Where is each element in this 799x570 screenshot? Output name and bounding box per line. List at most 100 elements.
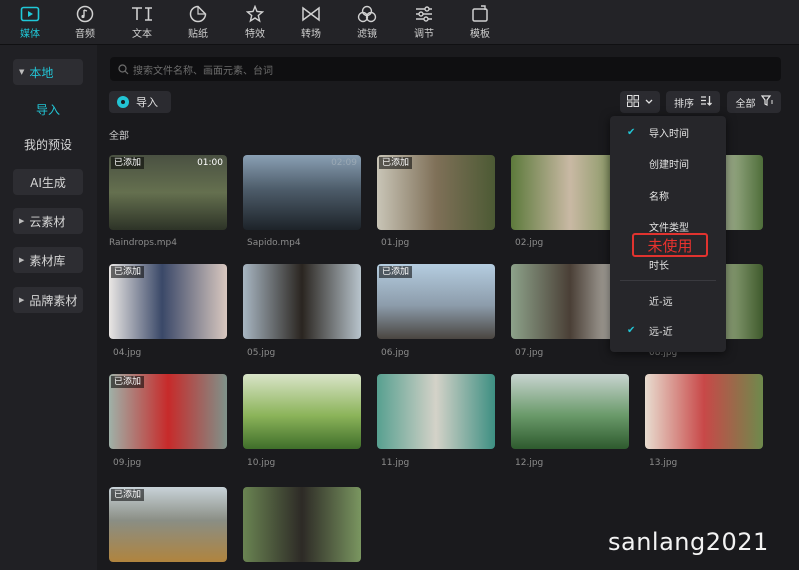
media-item-06[interactable]: 已添加 (377, 264, 495, 339)
import-button[interactable]: 导入 (109, 91, 171, 113)
adjust-icon (399, 3, 449, 25)
media-item-05[interactable] (243, 264, 361, 339)
menu-item-label: 名称 (649, 191, 669, 203)
template-icon (455, 3, 505, 25)
tab-text[interactable]: 文本 (117, 3, 167, 40)
filter-icon (342, 3, 392, 25)
menu-item-label: 文件类型 (649, 222, 689, 234)
added-badge: 已添加 (111, 489, 145, 501)
sidebar-item-label: 品牌素材 (29, 293, 78, 308)
tab-label: 模板 (470, 29, 490, 40)
tab-effects[interactable]: 特效 (230, 3, 280, 40)
menu-item-label: 时长 (649, 260, 669, 272)
filter-button[interactable]: 全部 (727, 91, 781, 113)
sort-option-import-time[interactable]: ✔ 导入时间 (610, 122, 726, 142)
media-item-13[interactable] (645, 374, 763, 449)
media-filename: 01.jpg (381, 238, 410, 248)
media-filename: Raindrops.mp4 (109, 238, 177, 248)
section-title: 全部 (109, 131, 129, 142)
top-toolbar: 媒体 音频 文本 贴纸 特效 转场 滤镜 调节 模板 (0, 0, 799, 45)
view-toggle-button[interactable] (620, 91, 660, 113)
sidebar-item-library[interactable]: ▶ 素材库 (13, 247, 83, 273)
tab-label: 调节 (414, 29, 434, 40)
media-filename: 04.jpg (113, 348, 142, 358)
menu-item-label: 近-远 (649, 296, 673, 308)
sort-label: 排序 (674, 98, 694, 110)
media-filename: 06.jpg (381, 348, 410, 358)
sort-button[interactable]: 排序 (666, 91, 720, 113)
media-filename: 10.jpg (247, 458, 276, 468)
import-label: 导入 (136, 96, 158, 109)
sort-option-create-time[interactable]: 创建时间 (610, 153, 726, 173)
menu-item-label: 远-近 (649, 326, 673, 338)
sidebar-item-local[interactable]: ▼ 本地 (13, 59, 83, 85)
media-item-10[interactable] (243, 374, 361, 449)
tab-label: 滤镜 (357, 29, 377, 40)
order-option-far-near[interactable]: ✔ 远-近 (610, 320, 726, 340)
media-item-01[interactable]: 已添加 (377, 155, 495, 230)
sidebar-item-presets[interactable]: 我的预设 (13, 131, 83, 157)
tab-label: 音频 (75, 29, 95, 40)
sort-option-unused[interactable]: 未使用 (632, 233, 708, 257)
sidebar-item-label: 导入 (35, 102, 60, 117)
tab-label: 贴纸 (188, 29, 208, 40)
media-icon (5, 3, 55, 25)
media-filename: Sapido.mp4 (247, 238, 301, 248)
tab-label: 转场 (301, 29, 321, 40)
caret-right-icon: ▶ (19, 296, 25, 304)
media-filename: 12.jpg (515, 458, 544, 468)
check-icon: ✔ (627, 126, 636, 138)
sidebar-item-import[interactable]: 导入 (13, 96, 83, 122)
sidebar: ▼ 本地 导入 我的预设 AI生成 ▶ 云素材 ▶ 素材库 ▶ 品牌素材 (0, 45, 97, 570)
sidebar-item-label: 云素材 (29, 214, 66, 229)
order-option-near-far[interactable]: 近-远 (610, 290, 726, 310)
sidebar-item-brand[interactable]: ▶ 品牌素材 (13, 287, 83, 313)
sort-option-name[interactable]: 名称 (610, 185, 726, 205)
tab-transition[interactable]: 转场 (286, 3, 336, 40)
tab-audio[interactable]: 音频 (60, 3, 110, 40)
sidebar-item-ai[interactable]: AI生成 (13, 169, 83, 195)
menu-divider (620, 280, 716, 281)
added-badge: 已添加 (379, 157, 413, 169)
media-item-15[interactable] (243, 487, 361, 562)
media-item-09[interactable]: 已添加 (109, 374, 227, 449)
tab-template[interactable]: 模板 (455, 3, 505, 40)
added-badge: 已添加 (111, 266, 145, 278)
sort-option-duration[interactable]: 时长 (610, 254, 726, 274)
menu-item-label: 导入时间 (649, 128, 689, 140)
added-badge: 已添加 (111, 376, 145, 388)
media-item-04[interactable]: 已添加 (109, 264, 227, 339)
media-filename: 11.jpg (381, 458, 410, 468)
sort-icon (700, 95, 712, 109)
caret-right-icon: ▶ (19, 256, 25, 264)
effects-icon (230, 3, 280, 25)
chevron-down-icon (645, 97, 653, 108)
filter-label: 全部 (735, 98, 756, 110)
tab-sticker[interactable]: 贴纸 (173, 3, 223, 40)
media-item-raindrops[interactable]: 已添加 01:00 (109, 155, 227, 230)
filter-icon (760, 95, 773, 109)
added-badge: 已添加 (379, 266, 413, 278)
sidebar-item-label: 本地 (29, 65, 54, 80)
search-placeholder: 搜索文件名称、画面元素、台词 (133, 65, 273, 77)
check-icon: ✔ (627, 324, 636, 336)
annotation-label: 未使用 (647, 236, 693, 255)
text-icon (117, 3, 167, 25)
sidebar-item-label: AI生成 (30, 175, 66, 190)
tab-adjust[interactable]: 调节 (399, 3, 449, 40)
tab-media[interactable]: 媒体 (5, 3, 55, 40)
media-item-12[interactable] (511, 374, 629, 449)
caret-down-icon: ▼ (19, 68, 25, 76)
media-item-14[interactable]: 已添加 (109, 487, 227, 562)
tab-filter[interactable]: 滤镜 (342, 3, 392, 40)
grid-view-icon (627, 94, 639, 110)
search-input[interactable]: 搜索文件名称、画面元素、台词 (110, 57, 781, 81)
media-filename: 05.jpg (247, 348, 276, 358)
media-filename: 13.jpg (649, 458, 678, 468)
tab-label: 特效 (245, 29, 265, 40)
media-item-11[interactable] (377, 374, 495, 449)
duration-label: 01:00 (197, 158, 223, 168)
media-item-sapido[interactable]: 02:09 (243, 155, 361, 230)
sidebar-item-cloud[interactable]: ▶ 云素材 (13, 208, 83, 234)
search-icon (118, 63, 129, 75)
